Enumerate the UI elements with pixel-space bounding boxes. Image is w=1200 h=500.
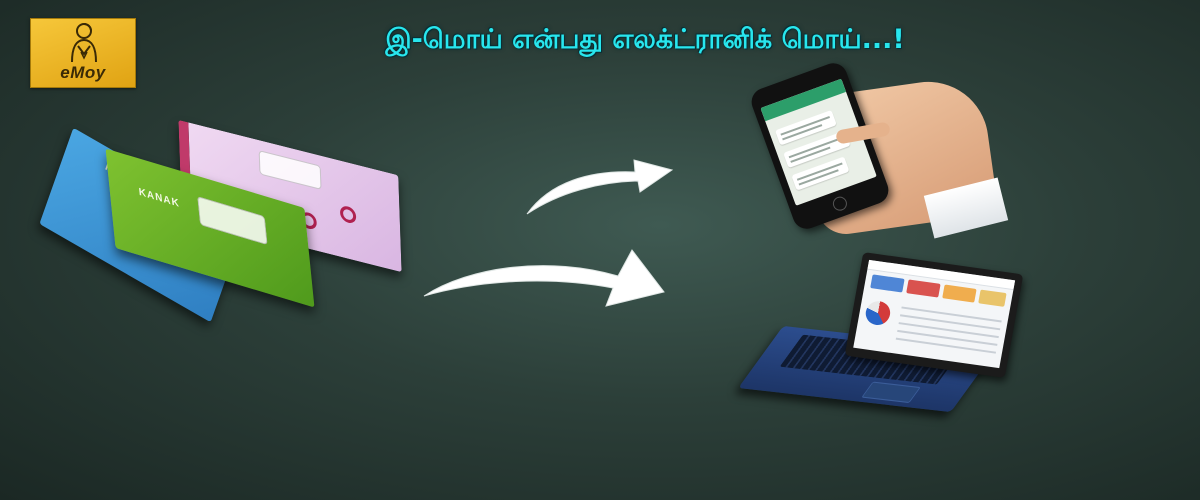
dashboard-card: [942, 284, 977, 303]
laptop-touchpad: [861, 381, 921, 404]
dashboard-row: [897, 329, 998, 346]
emoy-banner: eMoy இ-மொய் என்பது எலக்ட்ரானிக் மொய்...!…: [0, 0, 1200, 500]
arrow-to-laptop-icon: [423, 249, 665, 307]
laptop-screen: [853, 259, 1016, 369]
dashboard-card: [870, 274, 905, 293]
laptop-dashboard-icon: [738, 252, 1024, 413]
laptop-lid: [844, 252, 1024, 378]
dashboard-row: [895, 337, 997, 354]
dashboard-card: [906, 279, 941, 298]
dashboard-row: [898, 322, 999, 339]
dashboard-avatar: [978, 289, 1007, 307]
arrow-to-phone-icon: [526, 159, 674, 215]
smartphone-in-hand-icon: [747, 59, 1009, 239]
dashboard-row: [901, 306, 1002, 323]
arrows-layer: [423, 159, 674, 307]
phone-home-button: [830, 194, 849, 213]
dashboard-pie-icon: [863, 299, 893, 327]
dashboard-row: [899, 314, 1001, 331]
